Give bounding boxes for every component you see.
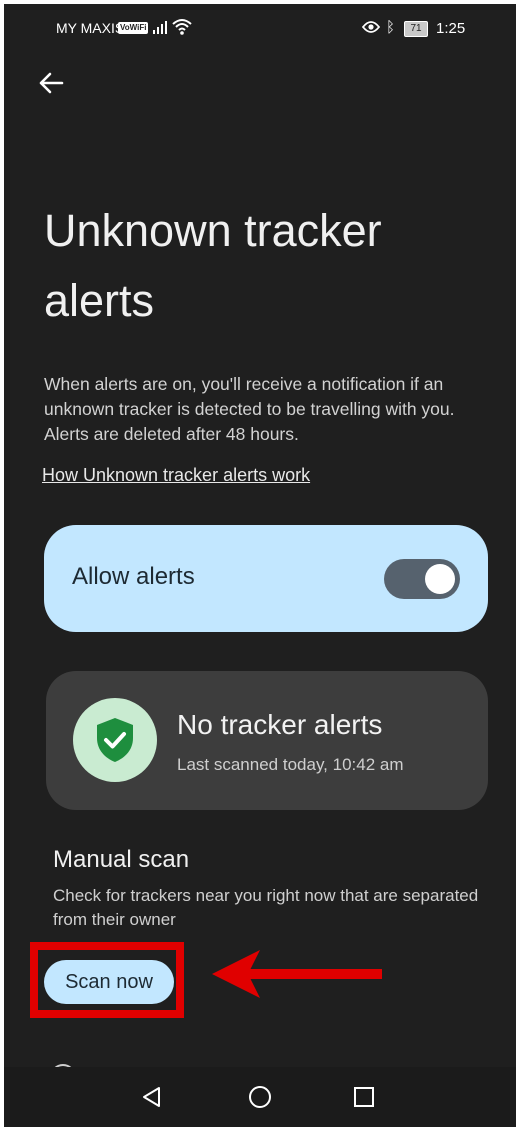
circle-home-icon[interactable] [248,1085,272,1109]
manual-scan-description: Check for trackers near you right now th… [53,886,479,929]
toggle-knob [425,564,455,594]
square-recent-icon[interactable] [354,1087,374,1107]
status-bar: MY MAXIS VoWiFi ᛒ 71 1:25 [4,4,516,52]
pointer-arrow-icon [212,950,382,998]
eye-icon [361,20,381,37]
triangle-back-icon[interactable] [140,1085,164,1109]
battery-indicator: 71 [404,21,428,37]
page-description: When alerts are on, you'll receive a not… [44,374,455,444]
arrow-left-icon [39,72,64,94]
manual-scan-title: Manual scan [53,846,190,873]
page-title: Unknown tracker alerts [44,205,382,326]
carrier-label: MY MAXIS [56,20,125,36]
scan-now-button[interactable]: Scan now [44,960,174,1004]
shield-badge [73,698,157,782]
vowifi-badge: VoWiFi [118,22,149,34]
how-alerts-work-link[interactable]: How Unknown tracker alerts work [42,465,310,486]
allow-alerts-card[interactable]: Allow alerts [44,525,488,632]
allow-alerts-toggle[interactable] [384,559,460,599]
screen: MY MAXIS VoWiFi ᛒ 71 1:25 Unknown tracke… [4,4,516,1127]
clock: 1:25 [436,20,466,37]
status-title: No tracker alerts [177,709,383,740]
tracker-status-card: No tracker alerts Last scanned today, 10… [46,671,488,810]
signal-icon [152,20,168,37]
back-button[interactable] [36,68,66,98]
navigation-bar [4,1067,516,1127]
wifi-icon [172,18,192,39]
last-scanned-text: Last scanned today, 10:42 am [177,755,404,774]
allow-alerts-label: Allow alerts [72,563,195,590]
bluetooth-icon: ᛒ [386,19,396,36]
shield-check-icon [97,718,133,762]
